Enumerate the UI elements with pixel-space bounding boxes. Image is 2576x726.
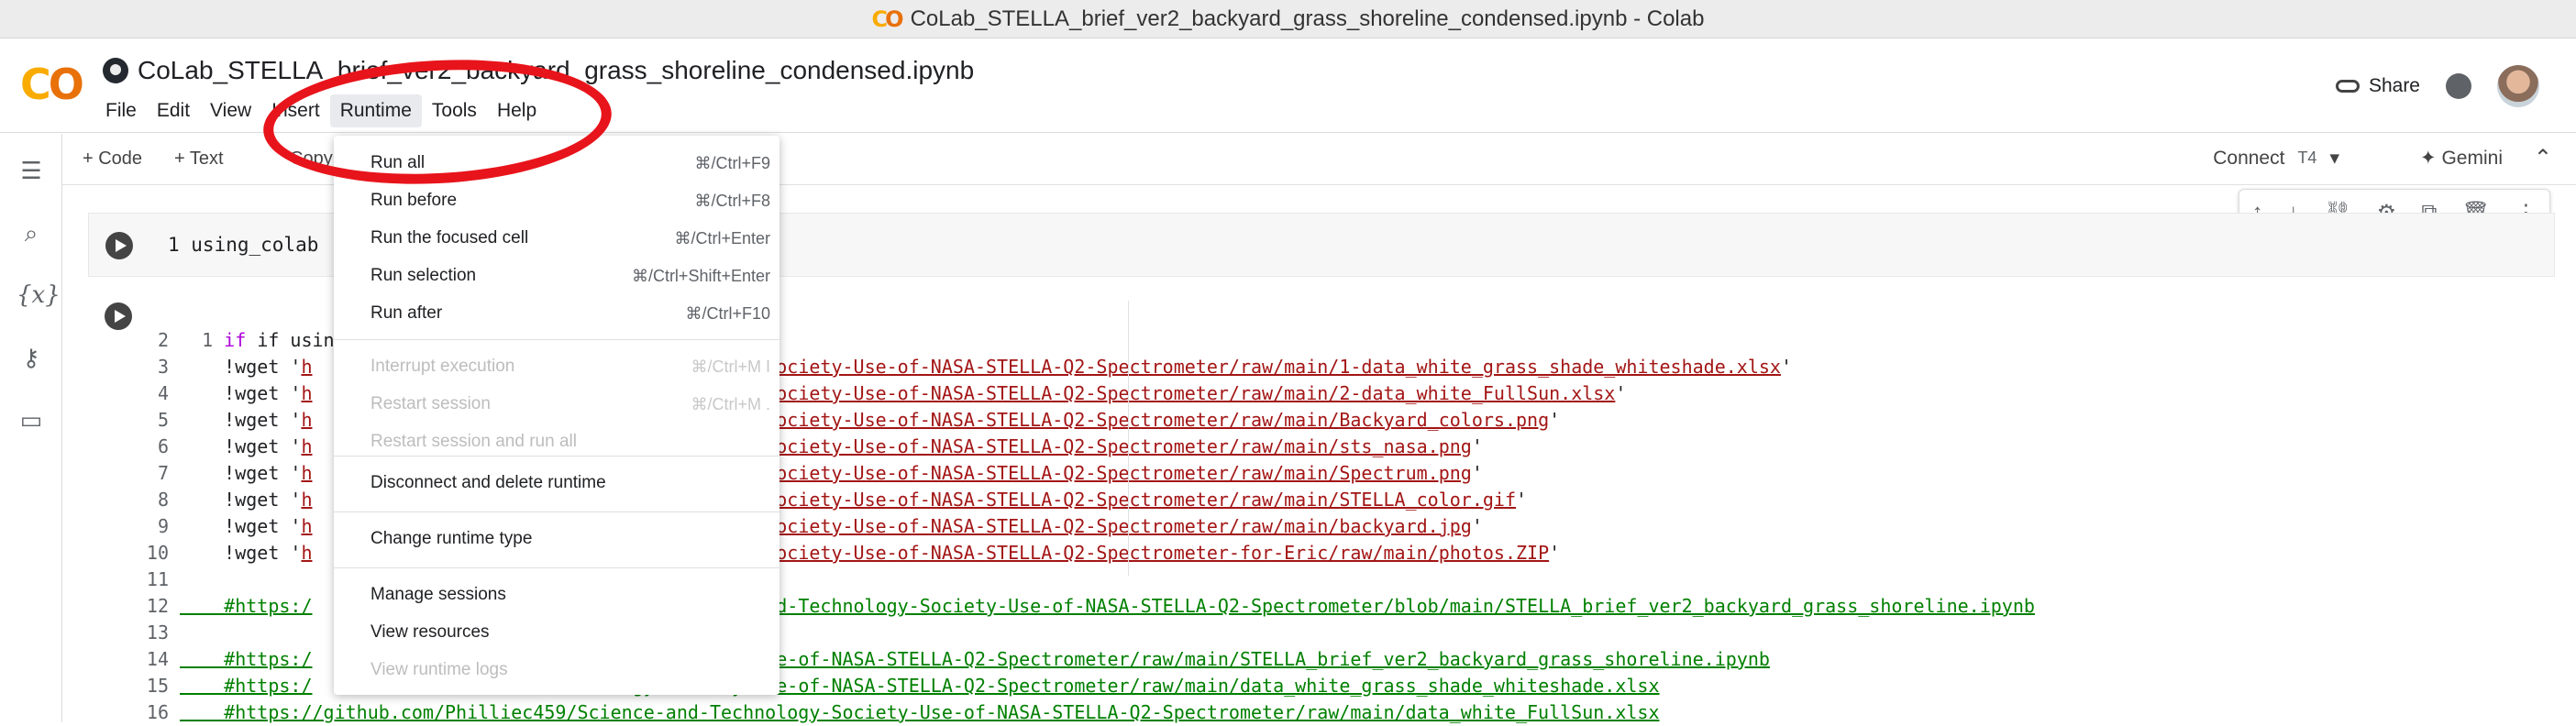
menu-divider (334, 567, 779, 568)
menu-item-restart-session-and-run-all: Restart session and run all (334, 425, 779, 458)
copy-to-drive-button[interactable]: Copy (290, 148, 333, 170)
code-line: 13 (146, 622, 169, 644)
menu-item-shortcut: ⌘/Ctrl+M I (691, 357, 770, 376)
editor-ruler (1128, 301, 1129, 576)
variables-icon[interactable]: {x} (17, 280, 61, 310)
connect-button[interactable]: Connect T4 ▾ (2213, 147, 2339, 170)
header-actions: Share (2335, 65, 2539, 107)
menu-insert[interactable]: Insert (261, 94, 330, 127)
menu-item-label: Run all (370, 153, 426, 172)
table-of-contents-icon[interactable]: ☰ (17, 156, 46, 185)
colab-logo-icon[interactable]: CO (20, 60, 84, 109)
menu-item-view-runtime-logs: View runtime logs (334, 654, 779, 687)
menu-item-run-the-focused-cell[interactable]: Run the focused cell ⌘/Ctrl+Enter (334, 222, 779, 255)
left-sidebar: ☰ ⌕ {x} ⚷ ▭ (0, 134, 62, 722)
menu-item-change-runtime-type[interactable]: Change runtime type (334, 522, 779, 556)
search-icon[interactable]: ⌕ (17, 218, 46, 248)
code-line: 9 !wget 'h and-Technology-Society-Use-of… (157, 515, 1483, 537)
menu-bar: File Edit View Insert Runtime Tools Help (95, 94, 547, 127)
menu-item-label: Interrupt execution (370, 357, 515, 376)
menu-item-shortcut: ⌘/Ctrl+M . (691, 394, 770, 413)
menu-item-shortcut: ⌘/Ctrl+Shift+Enter (631, 266, 770, 285)
colab-header: CO CoLab_STELLA_brief_ver2_backyard_gras… (0, 39, 2576, 133)
menu-item-shortcut: ⌘/Ctrl+F9 (694, 153, 770, 172)
code-line: 5 !wget 'h and-Technology-Society-Use-of… (157, 409, 1561, 431)
menu-item-run-before[interactable]: Run before ⌘/Ctrl+F8 (334, 184, 779, 217)
files-folder-icon[interactable]: ▭ (17, 405, 46, 434)
menu-item-manage-sessions[interactable]: Manage sessions (334, 578, 779, 611)
menu-divider (334, 339, 779, 340)
menu-item-label: Run the focused cell (370, 228, 529, 248)
menu-file[interactable]: File (95, 94, 147, 127)
menu-view[interactable]: View (200, 94, 261, 127)
code-line: 4 !wget 'h and-Technology-Society-Use-of… (157, 382, 1627, 404)
gemini-sparkle-icon: ✦ (2420, 148, 2437, 169)
menu-item-label: Change runtime type (370, 529, 533, 548)
cell-code[interactable]: 1 using_colab (168, 234, 318, 256)
menu-item-shortcut: ⌘/Ctrl+F8 (694, 191, 770, 210)
menu-item-label: Restart session and run all (370, 432, 577, 451)
menu-item-restart-session: Restart session ⌘/Ctrl+M . (334, 388, 779, 421)
gemini-button[interactable]: ✦ Gemini (2420, 147, 2503, 170)
share-button[interactable]: Share (2335, 75, 2420, 97)
collapse-header-icon[interactable]: ⌃ (2534, 145, 2552, 171)
code-line: 8 !wget 'h and-Technology-Society-Use-of… (157, 489, 1528, 511)
share-label: Share (2368, 75, 2420, 96)
menu-item-shortcut: ⌘/Ctrl+Enter (674, 228, 770, 248)
menu-item-label: Restart session (370, 394, 491, 413)
notebook-name[interactable]: CoLab_STELLA_brief_ver2_backyard_grass_s… (138, 56, 974, 85)
gemini-label: Gemini (2441, 148, 2503, 169)
menu-item-label: Run after (370, 303, 443, 323)
code-line: 6 !wget 'h and-Technology-Society-Use-of… (157, 435, 1483, 457)
menu-edit[interactable]: Edit (147, 94, 200, 127)
menu-item-view-resources[interactable]: View resources (334, 616, 779, 649)
menu-item-run-selection[interactable]: Run selection ⌘/Ctrl+Shift+Enter (334, 259, 779, 292)
window-titlebar: CO CoLab_STELLA_brief_ver2_backyard_gras… (0, 0, 2576, 38)
menu-item-label: Manage sessions (370, 585, 506, 604)
runtime-type-label: T4 (2297, 148, 2317, 167)
code-line: 7 !wget 'h and-Technology-Society-Use-of… (157, 462, 1483, 484)
github-icon (103, 58, 128, 83)
add-text-button[interactable]: + Text (174, 148, 224, 170)
link-icon (2335, 80, 2360, 93)
menu-item-shortcut: ⌘/Ctrl+F10 (685, 303, 770, 323)
avatar[interactable] (2497, 65, 2539, 107)
menu-item-interrupt-execution: Interrupt execution ⌘/Ctrl+M I (334, 350, 779, 383)
menu-item-label: Run selection (370, 266, 477, 285)
run-cell-button[interactable] (105, 232, 133, 259)
code-line: 11 (146, 568, 169, 590)
secrets-key-icon[interactable]: ⚷ (17, 343, 46, 372)
menu-item-label: Run before (370, 191, 458, 210)
menu-item-run-all[interactable]: Run all ⌘/Ctrl+F9 (334, 147, 779, 180)
settings-gear-icon[interactable] (2446, 73, 2471, 99)
add-code-button[interactable]: + Code (83, 148, 142, 170)
menu-tools[interactable]: Tools (422, 94, 487, 127)
menu-item-disconnect-and-delete-runtime[interactable]: Disconnect and delete runtime (334, 467, 779, 500)
window-title: CoLab_STELLA_brief_ver2_backyard_grass_s… (910, 6, 1705, 31)
chevron-down-icon[interactable]: ▾ (2329, 147, 2339, 170)
menu-item-label: View runtime logs (370, 660, 508, 679)
menu-item-label: Disconnect and delete runtime (370, 473, 606, 492)
colab-favicon-icon: CO (871, 6, 904, 32)
notebook-title[interactable]: CoLab_STELLA_brief_ver2_backyard_grass_s… (103, 56, 974, 85)
menu-runtime[interactable]: Runtime (329, 94, 422, 127)
code-line: 15 #https:/ chnology-Society-Use-of-NASA… (146, 675, 1660, 697)
connect-label: Connect (2213, 147, 2285, 169)
code-line: 2 (157, 329, 169, 351)
runtime-menu: Run all ⌘/Ctrl+F9 Run before ⌘/Ctrl+F8 Run t… (334, 136, 779, 695)
menu-help[interactable]: Help (487, 94, 547, 127)
menu-item-run-after[interactable]: Run after ⌘/Ctrl+F10 (334, 297, 779, 330)
menu-item-label: View resources (370, 622, 490, 642)
code-line: 10 !wget 'h and-Technology-Society-Use-o… (146, 542, 1561, 564)
